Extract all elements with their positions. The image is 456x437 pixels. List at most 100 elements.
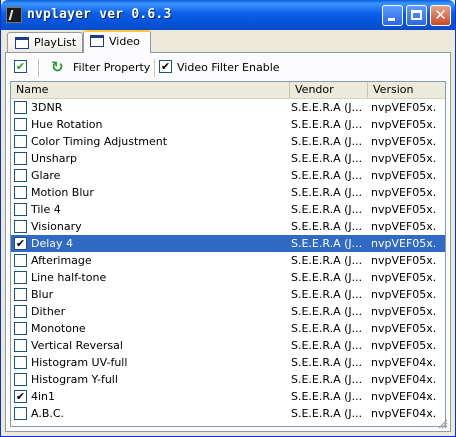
filter-vendor: S.E.E.R.A (J... — [291, 135, 363, 148]
list-header: Name Vendor Version — [11, 82, 445, 99]
filter-name: Delay 4 — [31, 237, 74, 250]
filter-version: nvpVEF05x... — [371, 237, 437, 250]
table-row[interactable]: Dither S.E.E.R.A (J... nvpVEF05x... — [11, 303, 445, 320]
filter-name: Vertical Reversal — [31, 339, 123, 352]
filter-name: Color Timing Adjustment — [31, 135, 168, 148]
resize-grip[interactable] — [438, 419, 448, 429]
table-row[interactable]: Tile 4 S.E.E.R.A (J... nvpVEF05x... — [11, 201, 445, 218]
column-header-vendor[interactable]: Vendor — [290, 82, 368, 98]
filter-checkbox[interactable] — [14, 254, 27, 267]
table-row[interactable]: Visionary S.E.E.R.A (J... nvpVEF05x... — [11, 218, 445, 235]
filter-checkbox[interactable] — [14, 135, 27, 148]
filter-version: nvpVEF05x... — [371, 101, 437, 114]
table-row[interactable]: 3DNR S.E.E.R.A (J... nvpVEF05x... — [11, 99, 445, 116]
column-header-name[interactable]: Name — [11, 82, 290, 98]
filter-name: 4in1 — [31, 390, 56, 403]
filter-vendor: S.E.E.R.A (J... — [291, 305, 363, 318]
filter-property-button[interactable]: ↻ Filter Property — [47, 57, 152, 78]
filter-vendor: S.E.E.R.A (J... — [291, 101, 363, 114]
app-icon[interactable] — [6, 7, 22, 23]
filter-name: Histogram Y-full — [31, 373, 118, 386]
filter-name: Histogram UV-full — [31, 356, 128, 369]
tab-video[interactable]: Video — [83, 30, 151, 53]
table-row[interactable]: A.B.C. S.E.E.R.A (J... nvpVEF04x... — [11, 405, 445, 422]
select-all-checkbox[interactable]: ✔ — [14, 60, 27, 73]
filter-version: nvpVEF05x... — [371, 186, 437, 199]
filter-property-label: Filter Property — [73, 61, 151, 74]
filter-version: nvpVEF05x... — [371, 203, 437, 216]
table-row[interactable]: Motion Blur S.E.E.R.A (J... nvpVEF05x... — [11, 184, 445, 201]
filter-list[interactable]: Name Vendor Version 3DNR S.E.E.R.A (J... n… — [10, 81, 446, 427]
filter-checkbox[interactable] — [14, 220, 27, 233]
table-row[interactable]: Line half-tone S.E.E.R.A (J... nvpVEF05x..… — [11, 269, 445, 286]
filter-version: nvpVEF04x... — [371, 407, 437, 420]
filter-vendor: S.E.E.R.A (J... — [291, 203, 363, 216]
filter-checkbox[interactable] — [14, 288, 27, 301]
tab-playlist[interactable]: PlayList — [7, 32, 83, 52]
table-row[interactable]: Histogram Y-full S.E.E.R.A (J... nvpVEF04x… — [11, 371, 445, 388]
table-row[interactable]: Histogram UV-full S.E.E.R.A (J... nvpVEF04… — [11, 354, 445, 371]
table-row[interactable]: Unsharp S.E.E.R.A (J... nvpVEF05x... — [11, 150, 445, 167]
toolbar-separator — [38, 59, 40, 77]
filter-checkbox[interactable] — [14, 169, 27, 182]
filter-checkbox[interactable] — [14, 373, 27, 386]
toolbar-separator — [154, 59, 156, 77]
filter-name: Line half-tone — [31, 271, 107, 284]
refresh-icon: ↻ — [51, 58, 64, 76]
list-rows: 3DNR S.E.E.R.A (J... nvpVEF05x... Hue Rotat… — [11, 99, 445, 422]
filter-vendor: S.E.E.R.A (J... — [291, 118, 363, 131]
filter-vendor: S.E.E.R.A (J... — [291, 339, 363, 352]
filter-name: A.B.C. — [31, 407, 65, 420]
filter-checkbox[interactable] — [14, 305, 27, 318]
table-row[interactable]: Vertical Reversal S.E.E.R.A (J... nvpVEF05… — [11, 337, 445, 354]
filter-version: nvpVEF05x... — [371, 135, 437, 148]
table-row[interactable]: ✔ Delay 4 S.E.E.R.A (J... nvpVEF05x... — [11, 235, 445, 252]
filter-checkbox[interactable] — [14, 407, 27, 420]
filter-version: nvpVEF05x... — [371, 220, 437, 233]
minimize-icon — [388, 18, 395, 21]
filter-name: Visionary — [31, 220, 82, 233]
filter-checkbox[interactable] — [14, 322, 27, 335]
filter-checkbox[interactable]: ✔ — [14, 390, 27, 403]
filter-checkbox[interactable] — [14, 203, 27, 216]
filter-checkbox[interactable] — [14, 271, 27, 284]
filter-version: nvpVEF04x... — [371, 356, 437, 369]
video-filter-enable-checkbox[interactable]: ✔ — [159, 60, 172, 73]
close-icon: ✕ — [434, 6, 447, 24]
filter-checkbox[interactable] — [14, 101, 27, 114]
filter-vendor: S.E.E.R.A (J... — [291, 288, 363, 301]
filter-checkbox[interactable] — [14, 186, 27, 199]
filter-vendor: S.E.E.R.A (J... — [291, 254, 363, 267]
filter-vendor: S.E.E.R.A (J... — [291, 152, 363, 165]
filter-vendor: S.E.E.R.A (J... — [291, 237, 363, 250]
column-header-version[interactable]: Version — [368, 82, 445, 98]
window-icon — [15, 37, 29, 49]
filter-name: Afterimage — [31, 254, 92, 267]
table-row[interactable]: ✔ 4in1 S.E.E.R.A (J... nvpVEF04x... — [11, 388, 445, 405]
filter-checkbox[interactable] — [14, 118, 27, 131]
filter-name: 3DNR — [31, 101, 63, 114]
close-button[interactable]: ✕ — [430, 5, 451, 26]
filter-checkbox[interactable] — [14, 339, 27, 352]
tab-strip: PlayList Video — [5, 30, 451, 53]
filter-checkbox[interactable]: ✔ — [14, 237, 27, 250]
table-row[interactable]: Glare S.E.E.R.A (J... nvpVEF05x... — [11, 167, 445, 184]
filter-name: Blur — [31, 288, 54, 301]
toolbar: ✔ ↻ Filter Property ✔ Video Filter Enabl… — [10, 57, 440, 79]
table-row[interactable]: Afterimage S.E.E.R.A (J... nvpVEF05x... — [11, 252, 445, 269]
maximize-button[interactable] — [406, 5, 427, 26]
title-bar[interactable]: nvplayer ver 0.6.3 ✕ — [1, 0, 455, 30]
filter-vendor: S.E.E.R.A (J... — [291, 169, 363, 182]
table-row[interactable]: Color Timing Adjustment S.E.E.R.A (J... nv… — [11, 133, 445, 150]
filter-name: Monotone — [31, 322, 86, 335]
video-filter-enable-label[interactable]: Video Filter Enable — [177, 61, 280, 74]
filter-version: nvpVEF05x... — [371, 118, 437, 131]
filter-name: Unsharp — [31, 152, 77, 165]
table-row[interactable]: Hue Rotation S.E.E.R.A (J... nvpVEF05x... — [11, 116, 445, 133]
filter-name: Hue Rotation — [31, 118, 103, 131]
filter-checkbox[interactable] — [14, 152, 27, 165]
table-row[interactable]: Blur S.E.E.R.A (J... nvpVEF05x... — [11, 286, 445, 303]
filter-checkbox[interactable] — [14, 356, 27, 369]
table-row[interactable]: Monotone S.E.E.R.A (J... nvpVEF05x... — [11, 320, 445, 337]
minimize-button[interactable] — [382, 5, 403, 26]
